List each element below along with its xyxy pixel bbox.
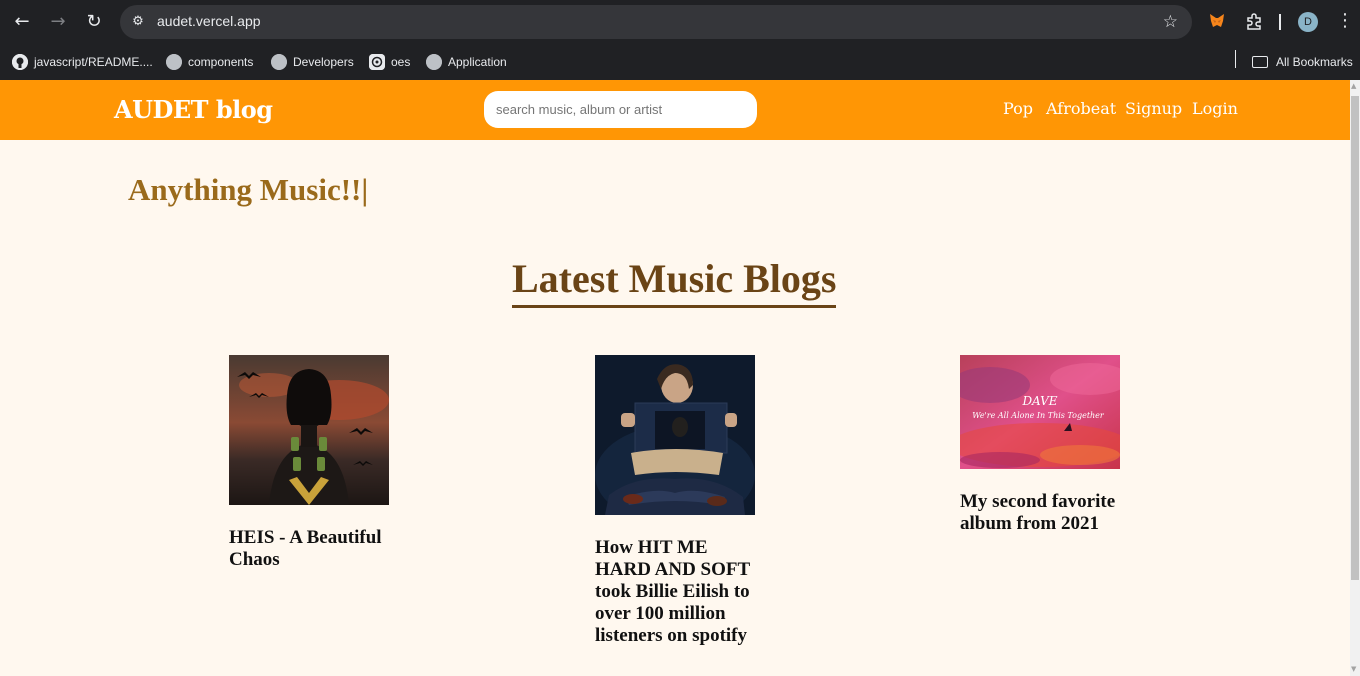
- bookmark-label: components: [188, 55, 254, 69]
- site-info-icon[interactable]: ⚙: [129, 13, 147, 31]
- profile-avatar[interactable]: D: [1298, 12, 1318, 32]
- blog-card[interactable]: How HIT ME HARD AND SOFT took Billie Eil…: [595, 355, 765, 647]
- nav-link-pop[interactable]: Pop: [1003, 99, 1033, 118]
- section-title: Latest Music Blogs: [512, 255, 837, 308]
- bookmark-star-icon[interactable]: ☆: [1163, 12, 1178, 32]
- github-icon: [12, 54, 28, 70]
- all-bookmarks-button[interactable]: All Bookmarks: [1252, 52, 1353, 72]
- bookmark-item[interactable]: Application: [426, 52, 507, 72]
- folder-icon: [1252, 56, 1268, 68]
- globe-icon: [271, 54, 287, 70]
- nav-link-login[interactable]: Login: [1192, 99, 1238, 118]
- search-input[interactable]: [484, 91, 757, 128]
- site-header: AUDET blog Pop Afrobeat Signup Login: [0, 80, 1350, 140]
- blog-title[interactable]: HEIS - A Beautiful Chaos: [229, 527, 399, 571]
- bookmark-label: Developers: [293, 55, 354, 69]
- browser-toolbar: ← → ↻ ⚙ audet.vercel.app ☆ D ⋮: [0, 0, 1360, 44]
- blog-title[interactable]: My second favorite album from 2021: [960, 491, 1130, 535]
- bookmark-item[interactable]: components: [166, 52, 253, 72]
- nav-link-afrobeat[interactable]: Afrobeat: [1046, 99, 1116, 118]
- blog-card[interactable]: HEIS - A Beautiful Chaos: [229, 355, 399, 571]
- forward-icon[interactable]: →: [46, 10, 70, 34]
- album-art-title: We're All Alone In This Together: [972, 411, 1105, 420]
- nav-link-signup[interactable]: Signup: [1125, 99, 1182, 118]
- bookmark-label: javascript/README....: [34, 55, 153, 69]
- bookmark-label: oes: [391, 55, 411, 69]
- album-art-heis[interactable]: [229, 355, 389, 505]
- url-text[interactable]: audet.vercel.app: [157, 13, 261, 29]
- address-bar[interactable]: ⚙ audet.vercel.app ☆: [120, 5, 1192, 39]
- scroll-down-icon[interactable]: ▼: [1351, 665, 1356, 673]
- openai-icon: [369, 54, 385, 70]
- blog-card[interactable]: DAVE We're All Alone In This Together My…: [960, 355, 1130, 535]
- globe-icon: [166, 54, 182, 70]
- billie-eilish-photo[interactable]: [595, 355, 755, 515]
- bookmarks-bar: javascript/README.... components Develop…: [0, 44, 1360, 80]
- bookmark-item[interactable]: Developers: [271, 52, 354, 72]
- bookmarks-divider: [1235, 50, 1236, 68]
- all-bookmarks-label: All Bookmarks: [1276, 55, 1353, 69]
- scroll-up-icon[interactable]: ▲: [1351, 82, 1356, 90]
- album-art-artist: DAVE: [1021, 394, 1057, 408]
- globe-icon: [426, 54, 442, 70]
- browser-menu-icon[interactable]: ⋮: [1336, 10, 1354, 31]
- bookmark-label: Application: [448, 55, 507, 69]
- reload-icon[interactable]: ↻: [82, 10, 106, 34]
- bookmark-item[interactable]: javascript/README....: [12, 52, 153, 72]
- back-icon[interactable]: ←: [10, 10, 34, 34]
- site-logo[interactable]: AUDET blog: [114, 95, 273, 124]
- toolbar-divider: [1279, 14, 1281, 30]
- bookmark-item[interactable]: oes: [369, 52, 410, 72]
- dave-album-art[interactable]: DAVE We're All Alone In This Together: [960, 355, 1120, 469]
- extensions-icon[interactable]: [1244, 12, 1264, 32]
- blog-title[interactable]: How HIT ME HARD AND SOFT took Billie Eil…: [595, 537, 765, 647]
- hero-typing-text: Anything Music!!|: [128, 172, 369, 207]
- scrollbar-thumb[interactable]: [1351, 96, 1359, 580]
- metamask-icon[interactable]: [1207, 12, 1227, 32]
